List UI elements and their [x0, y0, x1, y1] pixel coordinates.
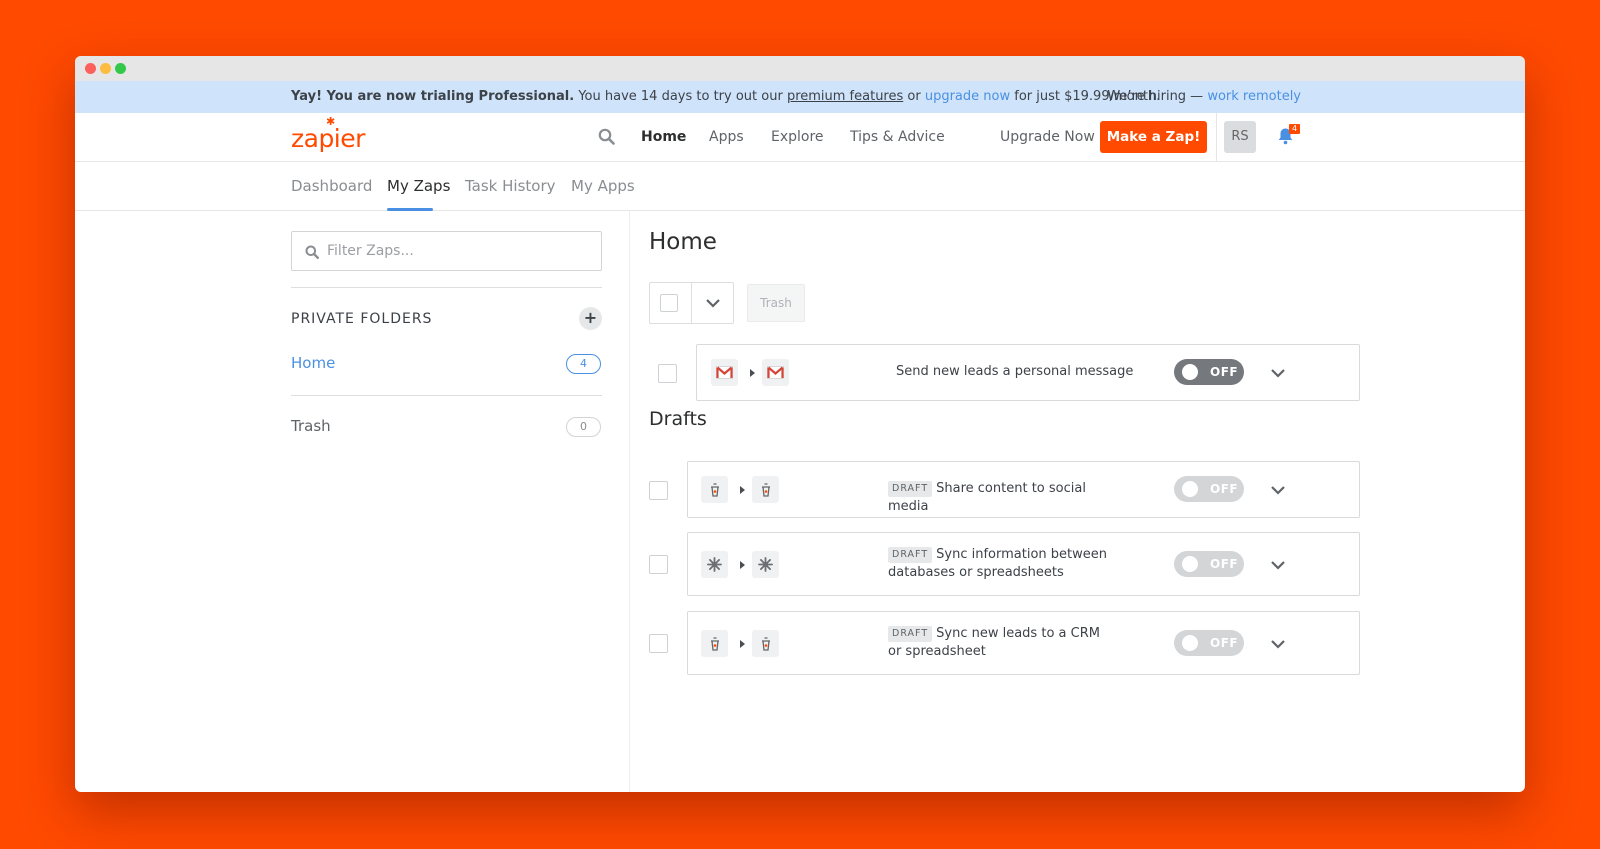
chevron-down-icon[interactable]: [705, 295, 721, 315]
browser-window: Yay! You are now trialing Professional. …: [75, 56, 1525, 792]
logo-star-icon: ✱: [326, 115, 335, 128]
draft-toggle[interactable]: OFF: [1174, 476, 1244, 502]
draft-zap-card[interactable]: DRAFT Sync information between databases …: [687, 532, 1360, 596]
drafts-heading: Drafts: [649, 408, 707, 430]
active-tab-indicator: [387, 208, 433, 211]
draft-zap-title: DRAFT Sync information between databases …: [888, 546, 1108, 582]
zap-title: Send new leads a personal message: [896, 364, 1134, 379]
filter-zaps-input[interactable]: [327, 232, 587, 270]
arrow-right-icon: [740, 561, 745, 569]
folder-home[interactable]: Home: [291, 354, 335, 372]
trial-banner: Yay! You are now trialing Professional. …: [75, 81, 1525, 113]
toggle-knob: [1182, 556, 1198, 572]
arrow-right-icon: [750, 369, 755, 377]
sidebar-divider-top: [291, 287, 602, 288]
toggle-label: OFF: [1210, 557, 1239, 571]
nav-tips-advice[interactable]: Tips & Advice: [850, 129, 945, 145]
zap-card[interactable]: Send new leads a personal message OFF: [696, 344, 1360, 401]
draft-badge: DRAFT: [888, 547, 933, 563]
draft-zap-title: DRAFT Share content to social media: [888, 480, 1118, 516]
close-window-button[interactable]: [85, 63, 96, 74]
webhook-icon: [752, 630, 779, 657]
toggle-knob: [1182, 635, 1198, 651]
sidebar-divider: [629, 211, 630, 792]
sub-nav: Dashboard My Zaps Task History My Apps: [75, 162, 1525, 211]
zap-checkbox[interactable]: [658, 364, 677, 383]
trial-text-1: You have 14 days to try out our: [574, 89, 787, 104]
avatar[interactable]: RS: [1224, 121, 1256, 153]
private-folders-heading: PRIVATE FOLDERS: [291, 311, 433, 327]
make-a-zap-button[interactable]: Make a Zap!: [1100, 121, 1207, 153]
nav-apps[interactable]: Apps: [709, 129, 744, 145]
search-icon: [305, 244, 320, 263]
bulk-divider: [691, 283, 692, 323]
draft-zap-card[interactable]: DRAFT Sync new leads to a CRM or spreadsh…: [687, 611, 1360, 675]
top-nav: zapier ✱ Home Apps Explore Tips & Advice…: [75, 113, 1525, 162]
search-icon[interactable]: [598, 128, 615, 149]
draft-badge: DRAFT: [888, 626, 933, 642]
folder-home-count: 4: [566, 354, 601, 374]
webhook-icon: [752, 476, 779, 503]
maximize-window-button[interactable]: [115, 63, 126, 74]
tab-my-zaps[interactable]: My Zaps: [387, 177, 450, 195]
zapier-logo[interactable]: zapier ✱: [291, 115, 365, 153]
tab-my-apps[interactable]: My Apps: [571, 177, 635, 195]
filter-zaps-field: [291, 231, 602, 271]
trial-text-2: or: [903, 89, 925, 104]
hiring-message: We’re hiring — work remotely: [1107, 81, 1301, 113]
chevron-down-icon[interactable]: [1270, 557, 1286, 577]
folder-trash[interactable]: Trash: [291, 417, 331, 435]
toggle-label: OFF: [1210, 482, 1239, 496]
add-folder-button[interactable]: +: [579, 307, 602, 330]
bulk-select: [649, 282, 734, 324]
chevron-down-icon[interactable]: [1270, 482, 1286, 502]
gmail-icon: [711, 359, 738, 386]
zap-toggle[interactable]: OFF: [1174, 359, 1244, 385]
trash-button[interactable]: Trash: [747, 284, 805, 322]
premium-features-link[interactable]: premium features: [787, 89, 903, 104]
window-titlebar: [75, 56, 1525, 81]
sidebar-divider-middle: [291, 395, 602, 396]
toggle-label: OFF: [1210, 636, 1239, 650]
asterisk-icon: [701, 551, 728, 578]
select-all-checkbox[interactable]: [660, 294, 678, 312]
webhook-icon: [701, 630, 728, 657]
toggle-label: OFF: [1210, 365, 1239, 379]
draft-zap-card[interactable]: DRAFT Share content to social media OFF: [687, 461, 1360, 518]
draft-checkbox[interactable]: [649, 555, 668, 574]
toggle-knob: [1182, 481, 1198, 497]
arrow-right-icon: [740, 640, 745, 648]
draft-toggle[interactable]: OFF: [1174, 551, 1244, 577]
nav-divider: [1216, 113, 1217, 162]
webhook-icon: [701, 476, 728, 503]
chevron-down-icon[interactable]: [1270, 365, 1286, 385]
page-title: Home: [649, 229, 717, 255]
notification-badge: 4: [1289, 124, 1300, 134]
tab-task-history[interactable]: Task History: [465, 177, 556, 195]
chevron-down-icon[interactable]: [1270, 636, 1286, 656]
upgrade-now-button[interactable]: Upgrade Now: [1000, 129, 1095, 145]
work-remotely-link[interactable]: work remotely: [1207, 89, 1301, 104]
nav-explore[interactable]: Explore: [771, 129, 824, 145]
trial-message: Yay! You are now trialing Professional. …: [291, 81, 1160, 113]
hiring-text: We’re hiring —: [1107, 89, 1208, 104]
folder-trash-count: 0: [566, 417, 601, 437]
tab-dashboard[interactable]: Dashboard: [291, 177, 372, 195]
draft-toggle[interactable]: OFF: [1174, 630, 1244, 656]
draft-badge: DRAFT: [888, 481, 933, 497]
draft-checkbox[interactable]: [649, 634, 668, 653]
minimize-window-button[interactable]: [100, 63, 111, 74]
trial-bold-text: Yay! You are now trialing Professional.: [291, 89, 575, 104]
gmail-icon: [762, 359, 789, 386]
logo-text: zapier: [291, 124, 365, 153]
upgrade-now-link[interactable]: upgrade now: [925, 89, 1010, 104]
draft-zap-title: DRAFT Sync new leads to a CRM or spreadsh…: [888, 625, 1108, 661]
toggle-knob: [1182, 364, 1198, 380]
draft-checkbox[interactable]: [649, 481, 668, 500]
nav-home[interactable]: Home: [641, 129, 686, 145]
asterisk-icon: [752, 551, 779, 578]
arrow-right-icon: [740, 486, 745, 494]
